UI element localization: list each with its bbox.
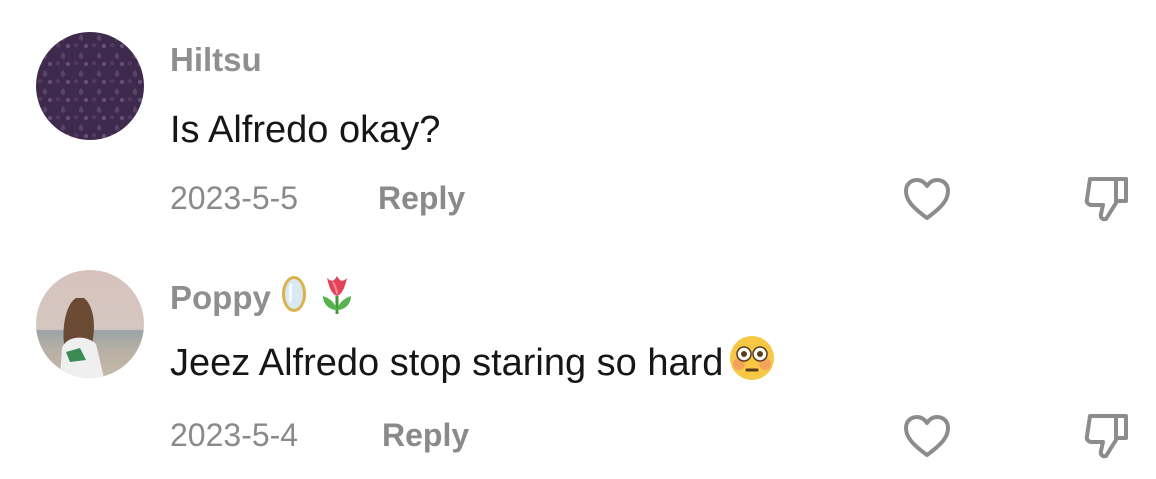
comment-date: 2023-5-4 <box>170 416 299 453</box>
thumbs-down-outline-icon <box>1084 177 1128 222</box>
avatar[interactable] <box>36 32 144 140</box>
dislike-button[interactable] <box>1079 408 1135 464</box>
comment-meta: 2023-5-5 Reply <box>170 176 465 220</box>
tulip-emoji <box>317 272 357 324</box>
comment-text-content: Jeez Alfredo stop staring so hard <box>170 341 724 384</box>
comment-meta: 2023-5-4 Reply <box>170 413 469 457</box>
like-button[interactable] <box>899 408 955 464</box>
like-button[interactable] <box>899 171 955 227</box>
username[interactable]: Poppy <box>170 274 357 322</box>
username[interactable]: Hiltsu <box>170 38 262 82</box>
username-label: Poppy <box>170 279 271 316</box>
dislike-button[interactable] <box>1079 171 1135 227</box>
comment-text: Jeez Alfredo stop staring so hard <box>170 336 777 390</box>
reply-button[interactable]: Reply <box>378 180 465 217</box>
avatar[interactable] <box>36 270 144 378</box>
mirror-emoji <box>279 273 309 323</box>
comment-text: Is Alfredo okay? <box>170 104 440 156</box>
comment-date: 2023-5-5 <box>170 179 299 216</box>
comment-item: Poppy Jeez Alfredo stop staring so hard <box>0 240 1156 479</box>
thumbs-down-outline-icon <box>1084 414 1128 459</box>
comment-text-content: Is Alfredo okay? <box>170 108 441 151</box>
heart-outline-icon <box>904 415 950 457</box>
username-label: Hiltsu <box>170 41 262 78</box>
reply-button[interactable]: Reply <box>382 417 469 454</box>
comment-item: Hiltsu Is Alfredo okay? 2023-5-5 Reply <box>0 0 1156 240</box>
flushed-face-emoji <box>727 333 777 393</box>
heart-outline-icon <box>904 178 950 220</box>
